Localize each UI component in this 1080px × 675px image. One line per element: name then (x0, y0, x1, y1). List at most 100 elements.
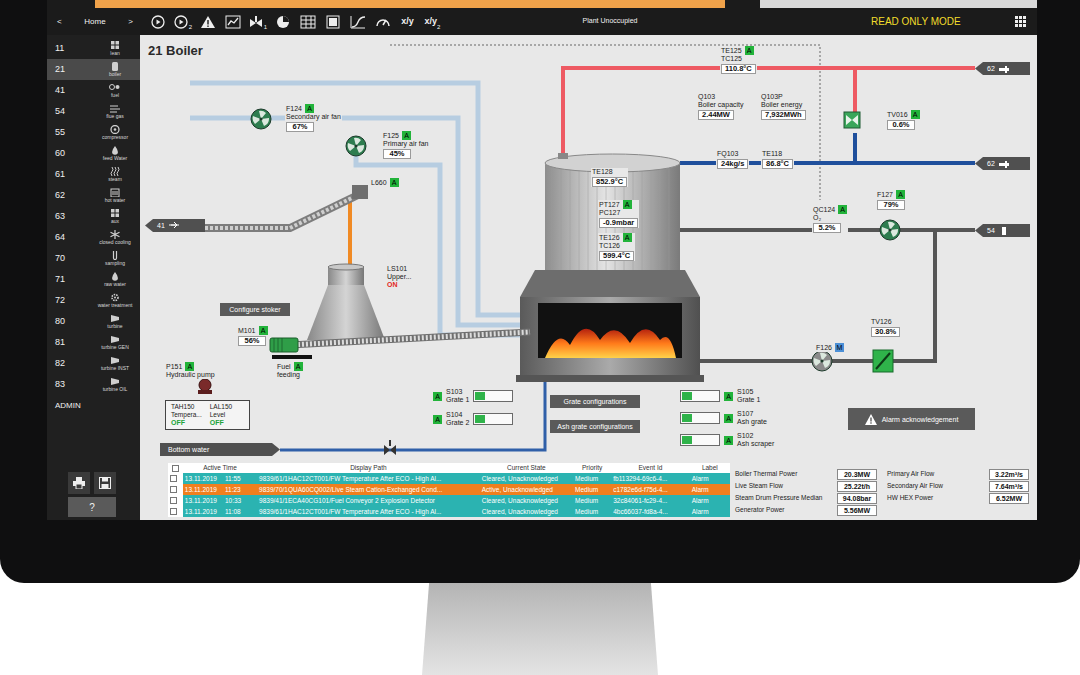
toggle-switch[interactable] (473, 413, 513, 425)
alarm-row[interactable]: 13.11.201911:559839/61/1HAC12CT001/FW Te… (168, 473, 730, 484)
instrument-label[interactable]: Q103Boiler capacity2.44MW (697, 93, 745, 120)
instrument-label[interactable]: F126M (815, 343, 845, 352)
toggle-switch[interactable] (680, 434, 720, 446)
instrument-label[interactable]: TE126ATC126599.4°C (598, 233, 635, 261)
sidebar-item[interactable]: 11lean (47, 38, 140, 59)
toolbar-button[interactable] (195, 12, 220, 32)
off-page-connector[interactable]: Bottom water (160, 443, 280, 456)
sidebar-item[interactable]: 83turbine OIL (47, 374, 140, 395)
instrument-label[interactable]: P151AHydraulic pump (165, 362, 216, 379)
row-checkbox[interactable] (170, 475, 177, 482)
column-header[interactable]: Display Path (257, 463, 480, 473)
alarm-row[interactable]: 13.11.201911:089839/61/1HAC12CT001/FW Te… (168, 506, 730, 517)
instrument-label[interactable]: F127A79% (876, 190, 906, 210)
instrument-label[interactable]: L660A (370, 178, 400, 187)
instrument-label[interactable]: FuelAfeeding (276, 362, 304, 379)
menu-button[interactable] (1005, 16, 1037, 28)
instrument-label[interactable]: F125APrimary air fan45% (382, 131, 430, 159)
toggle-switch[interactable] (680, 412, 720, 424)
toggle-knob (682, 414, 692, 422)
instrument-label[interactable]: F124ASecondary air fan67% (285, 104, 342, 132)
select-all-checkbox[interactable] (172, 465, 179, 472)
sidebar-item[interactable]: 21boiler (47, 59, 140, 80)
alarm-row[interactable]: 13.11.201911:239839/70/1QUA60CQ002/Live … (168, 484, 730, 495)
alarm-row[interactable]: 13.11.201910:339839/41/1ECA40CG101/Fuel … (168, 495, 730, 506)
column-header[interactable]: Priority (573, 463, 611, 473)
toolbar-button[interactable] (270, 12, 295, 32)
instrument-label[interactable]: M101A56% (237, 326, 269, 346)
tag-name: F127 (877, 191, 893, 199)
home-button[interactable]: Home (82, 14, 107, 30)
off-page-connector[interactable]: 62 (975, 157, 1030, 170)
sidebar-item[interactable]: 55compressor (47, 122, 140, 143)
sidebar-item[interactable]: 63aux (47, 206, 140, 227)
sidebar-item[interactable]: 41fuel (47, 80, 140, 101)
connector-label: Bottom water (168, 445, 209, 454)
configuration-button[interactable]: Configure stoker (220, 303, 290, 316)
instrument-label[interactable]: TE128852.9°C (591, 168, 628, 187)
column-header[interactable]: Event Id (611, 463, 689, 473)
tag-name: S107 (737, 410, 767, 418)
subscript: 2 (189, 24, 192, 30)
back-button[interactable]: < (55, 14, 64, 30)
sidebar-item[interactable]: 71raw water (47, 269, 140, 290)
sidebar-item[interactable]: 54flue gas (47, 101, 140, 122)
configuration-button[interactable]: Ash grate configurations (550, 420, 640, 433)
toggle-switch[interactable] (473, 390, 513, 402)
sidebar-item[interactable]: 61steam (47, 164, 140, 185)
help-button[interactable]: ? (68, 497, 116, 517)
instrument-label[interactable]: PT127APC127-0.9mbar (598, 200, 639, 228)
tag-name: S103 (446, 388, 469, 396)
admin-item[interactable]: ADMIN (47, 395, 140, 416)
column-header[interactable]: Active Time (183, 463, 257, 473)
instrument-label[interactable]: TE125ATC125110.8°C (720, 46, 757, 74)
toolbar-button[interactable]: 1 (245, 12, 270, 32)
instrument-label[interactable]: QC124AO₂5.2% (812, 205, 848, 233)
sidebar-item[interactable]: 82turbine INST (47, 353, 140, 374)
toolbar-button[interactable] (145, 12, 170, 32)
time-cell: 13.11.201911:23 (183, 484, 257, 495)
tag-name: Q103P (761, 93, 783, 101)
tag-description: Tempera... (171, 411, 202, 419)
print-button[interactable] (68, 472, 90, 494)
instrument-label[interactable]: TV016A0.6% (886, 110, 921, 130)
mode-badge: A (259, 326, 268, 335)
curve-icon (350, 15, 366, 29)
toolbar-button[interactable]: x/y (395, 12, 420, 32)
alarm-acknowledge-button[interactable]: Alarm acknowledgement (848, 408, 975, 430)
off-page-connector[interactable]: 54 (975, 224, 1030, 237)
save-button[interactable] (94, 472, 116, 494)
column-header[interactable]: Label (690, 463, 730, 473)
instrument-label[interactable]: FQ10324kg/s (716, 150, 749, 169)
toggle-switch[interactable] (680, 390, 720, 402)
row-checkbox[interactable] (170, 508, 177, 515)
instrument-label[interactable]: Q103PBoiler energy7,932MWh (760, 93, 807, 120)
sidebar-item[interactable]: 81turbine GEN (47, 332, 140, 353)
instrument-label[interactable]: TE11886.8°C (761, 150, 794, 169)
toolbar-button[interactable] (370, 12, 395, 32)
instrument-label[interactable]: TV12630.8% (870, 318, 901, 337)
column-header[interactable]: Current State (480, 463, 573, 473)
display-path-cell: 9839/61/1HAC12CT001/FW Temperature After… (257, 473, 480, 484)
toolbar-button[interactable] (345, 12, 370, 32)
toolbar-button[interactable] (295, 12, 320, 32)
row-checkbox[interactable] (170, 486, 177, 493)
sidebar-item[interactable]: 80turbine (47, 311, 140, 332)
flue-icon (109, 104, 121, 113)
sidebar-item[interactable]: 62hot water (47, 185, 140, 206)
instrument-label[interactable]: LS101Upper...ON (386, 265, 413, 289)
sidebar-item[interactable]: 70sampling (47, 248, 140, 269)
sidebar-item[interactable]: 72water treatment (47, 290, 140, 311)
forward-button[interactable]: > (126, 14, 135, 30)
alarm-date: 13.11.2019 (185, 475, 217, 482)
row-checkbox[interactable] (170, 497, 177, 504)
toolbar-button[interactable] (220, 12, 245, 32)
off-page-connector[interactable]: 62 (975, 62, 1030, 75)
toolbar-button[interactable] (320, 12, 345, 32)
off-page-connector[interactable]: 41 (145, 219, 205, 232)
sidebar-item[interactable]: 60feed Water (47, 143, 140, 164)
toolbar-button[interactable]: x/y2 (420, 12, 445, 32)
sidebar-item[interactable]: 64closed cooling (47, 227, 140, 248)
toolbar-button[interactable]: 2 (170, 12, 195, 32)
configuration-button[interactable]: Grate configurations (550, 395, 640, 408)
